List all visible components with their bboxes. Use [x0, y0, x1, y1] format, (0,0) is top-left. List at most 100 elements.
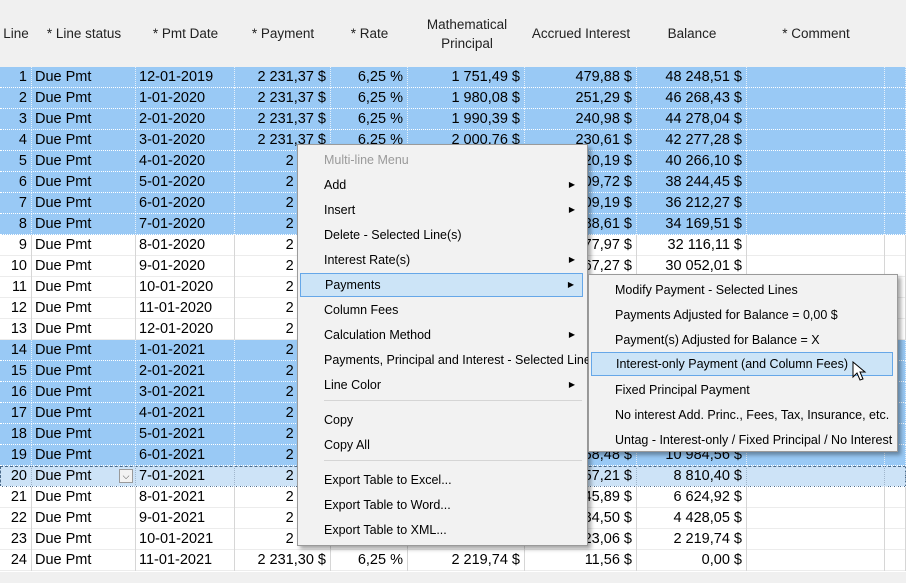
- cell-payment[interactable]: 2 231,37 $: [235, 67, 331, 88]
- cell-line[interactable]: 16: [0, 382, 32, 403]
- submenu-item-modify-payment-selected-lines[interactable]: Modify Payment - Selected Lines: [591, 278, 893, 302]
- table-row[interactable]: 24 Due Pmt 11-01-2021 2 231,30 $6,25 % 2 219…: [0, 550, 906, 571]
- cell-line[interactable]: 20: [0, 466, 32, 487]
- cell-comment[interactable]: [747, 214, 885, 235]
- cell-status[interactable]: Due Pmt: [32, 109, 136, 130]
- cell-comment[interactable]: [747, 529, 885, 550]
- cell-date[interactable]: 11-01-2021: [136, 550, 235, 571]
- cell-balance[interactable]: 36 212,27 $: [637, 193, 747, 214]
- cell-line[interactable]: 19: [0, 445, 32, 466]
- cell-payment[interactable]: 2 231,37 $: [235, 88, 331, 109]
- cell-date[interactable]: 5-01-2021: [136, 424, 235, 445]
- cell-comment[interactable]: [747, 88, 885, 109]
- cell-line[interactable]: 3: [0, 109, 32, 130]
- cell-date[interactable]: 10-01-2021: [136, 529, 235, 550]
- cell-balance[interactable]: 34 169,51 $: [637, 214, 747, 235]
- cell-line[interactable]: 13: [0, 319, 32, 340]
- menu-item-copy-all[interactable]: Copy All: [300, 433, 583, 457]
- submenu-item-no-interest-add-princ-fees-tax-insurance-etc[interactable]: No interest Add. Princ., Fees, Tax, Insu…: [591, 403, 893, 427]
- cell-status[interactable]: Due Pmt: [32, 256, 136, 277]
- cell-line[interactable]: 22: [0, 508, 32, 529]
- cell-line[interactable]: 21: [0, 487, 32, 508]
- cell-date[interactable]: 12-01-2019: [136, 67, 235, 88]
- cell-date[interactable]: 11-01-2020: [136, 298, 235, 319]
- cell-comment[interactable]: [747, 550, 885, 571]
- cell-status[interactable]: Due Pmt: [32, 340, 136, 361]
- cell-date[interactable]: 4-01-2021: [136, 403, 235, 424]
- column-header-date[interactable]: * Pmt Date: [136, 0, 235, 67]
- cell-status[interactable]: Due Pmt: [32, 529, 136, 550]
- cell-date[interactable]: 9-01-2020: [136, 256, 235, 277]
- cell-status[interactable]: Due Pmt: [32, 361, 136, 382]
- cell-interest[interactable]: 240,98 $: [525, 109, 637, 130]
- menu-item-line-color[interactable]: Line Color ▶: [300, 373, 583, 397]
- cell-date[interactable]: 2-01-2021: [136, 361, 235, 382]
- cell-date[interactable]: 1-01-2020: [136, 88, 235, 109]
- cell-interest[interactable]: 11,56 $: [525, 550, 637, 571]
- cell-status[interactable]: Due Pmt: [32, 298, 136, 319]
- cell-status[interactable]: Due Pmt: [32, 88, 136, 109]
- column-header-principal[interactable]: Mathematical Principal: [402, 0, 532, 67]
- menu-item-export-table-to-xml[interactable]: Export Table to XML...: [300, 518, 583, 542]
- cell-balance[interactable]: 42 277,28 $: [637, 130, 747, 151]
- cell-status[interactable]: Due Pmt: [32, 424, 136, 445]
- menu-item-copy[interactable]: Copy: [300, 408, 583, 432]
- cell-balance[interactable]: 32 116,11 $: [637, 235, 747, 256]
- cell-balance[interactable]: 8 810,40 $: [637, 466, 747, 487]
- cell-status[interactable]: Due Pmt: [32, 445, 136, 466]
- column-header-balance[interactable]: Balance: [637, 0, 747, 67]
- submenu-item-fixed-principal-payment[interactable]: Fixed Principal Payment: [591, 378, 893, 402]
- cell-date[interactable]: 8-01-2021: [136, 487, 235, 508]
- column-header-comment[interactable]: * Comment: [747, 0, 885, 67]
- cell-status[interactable]: Due Pmt: [32, 508, 136, 529]
- column-header-payment[interactable]: * Payment: [235, 0, 331, 67]
- cell-status[interactable]: Due Pmt: [32, 214, 136, 235]
- cell-status[interactable]: Due Pmt: [32, 319, 136, 340]
- cell-line[interactable]: 14: [0, 340, 32, 361]
- cell-status[interactable]: Due Pmt: [32, 67, 136, 88]
- cell-date[interactable]: 12-01-2020: [136, 319, 235, 340]
- cell-status[interactable]: Due Pmt: [32, 403, 136, 424]
- cell-principal[interactable]: 1 751,49 $: [408, 67, 525, 88]
- table-row[interactable]: 1 Due Pmt 12-01-2019 2 231,37 $6,25 % 1 751,…: [0, 67, 906, 88]
- cell-date[interactable]: 8-01-2020: [136, 235, 235, 256]
- cell-balance[interactable]: 0,00 $: [637, 550, 747, 571]
- cell-status[interactable]: Due Pmt: [32, 487, 136, 508]
- cell-comment[interactable]: [747, 487, 885, 508]
- column-header-interest[interactable]: Accrued Interest: [525, 0, 637, 67]
- menu-item-export-table-to-excel[interactable]: Export Table to Excel...: [300, 468, 583, 492]
- menu-item-insert[interactable]: Insert ▶: [300, 198, 583, 222]
- menu-item-column-fees[interactable]: Column Fees: [300, 298, 583, 322]
- cell-date[interactable]: 7-01-2020: [136, 214, 235, 235]
- menu-item-payments[interactable]: Payments ▶: [300, 273, 583, 297]
- cell-date[interactable]: 3-01-2021: [136, 382, 235, 403]
- cell-rate[interactable]: 6,25 %: [331, 109, 408, 130]
- cell-comment[interactable]: [747, 109, 885, 130]
- cell-balance[interactable]: 40 266,10 $: [637, 151, 747, 172]
- cell-line[interactable]: 15: [0, 361, 32, 382]
- cell-line[interactable]: 23: [0, 529, 32, 550]
- cell-comment[interactable]: [747, 172, 885, 193]
- cell-comment[interactable]: [747, 67, 885, 88]
- cell-line[interactable]: 17: [0, 403, 32, 424]
- cell-line[interactable]: 8: [0, 214, 32, 235]
- cell-date[interactable]: 7-01-2021: [136, 466, 235, 487]
- cell-status[interactable]: Due Pmt: [32, 235, 136, 256]
- menu-item-delete-selected-line-s[interactable]: Delete - Selected Line(s): [300, 223, 583, 247]
- cell-principal[interactable]: 1 990,39 $: [408, 109, 525, 130]
- cell-date[interactable]: 3-01-2020: [136, 130, 235, 151]
- cell-rate[interactable]: 6,25 %: [331, 88, 408, 109]
- cell-line[interactable]: 7: [0, 193, 32, 214]
- submenu-item-payments-adjusted-for-balance-0-00[interactable]: Payments Adjusted for Balance = 0,00 $: [591, 303, 893, 327]
- cell-comment[interactable]: [747, 235, 885, 256]
- cell-balance[interactable]: 6 624,92 $: [637, 487, 747, 508]
- cell-line[interactable]: 1: [0, 67, 32, 88]
- cell-balance[interactable]: 4 428,05 $: [637, 508, 747, 529]
- cell-date[interactable]: 9-01-2021: [136, 508, 235, 529]
- cell-comment[interactable]: [747, 130, 885, 151]
- cell-date[interactable]: 4-01-2020: [136, 151, 235, 172]
- menu-item-export-table-to-word[interactable]: Export Table to Word...: [300, 493, 583, 517]
- column-header-rate[interactable]: * Rate: [331, 0, 408, 67]
- cell-line[interactable]: 12: [0, 298, 32, 319]
- cell-payment[interactable]: 2 231,30 $: [235, 550, 331, 571]
